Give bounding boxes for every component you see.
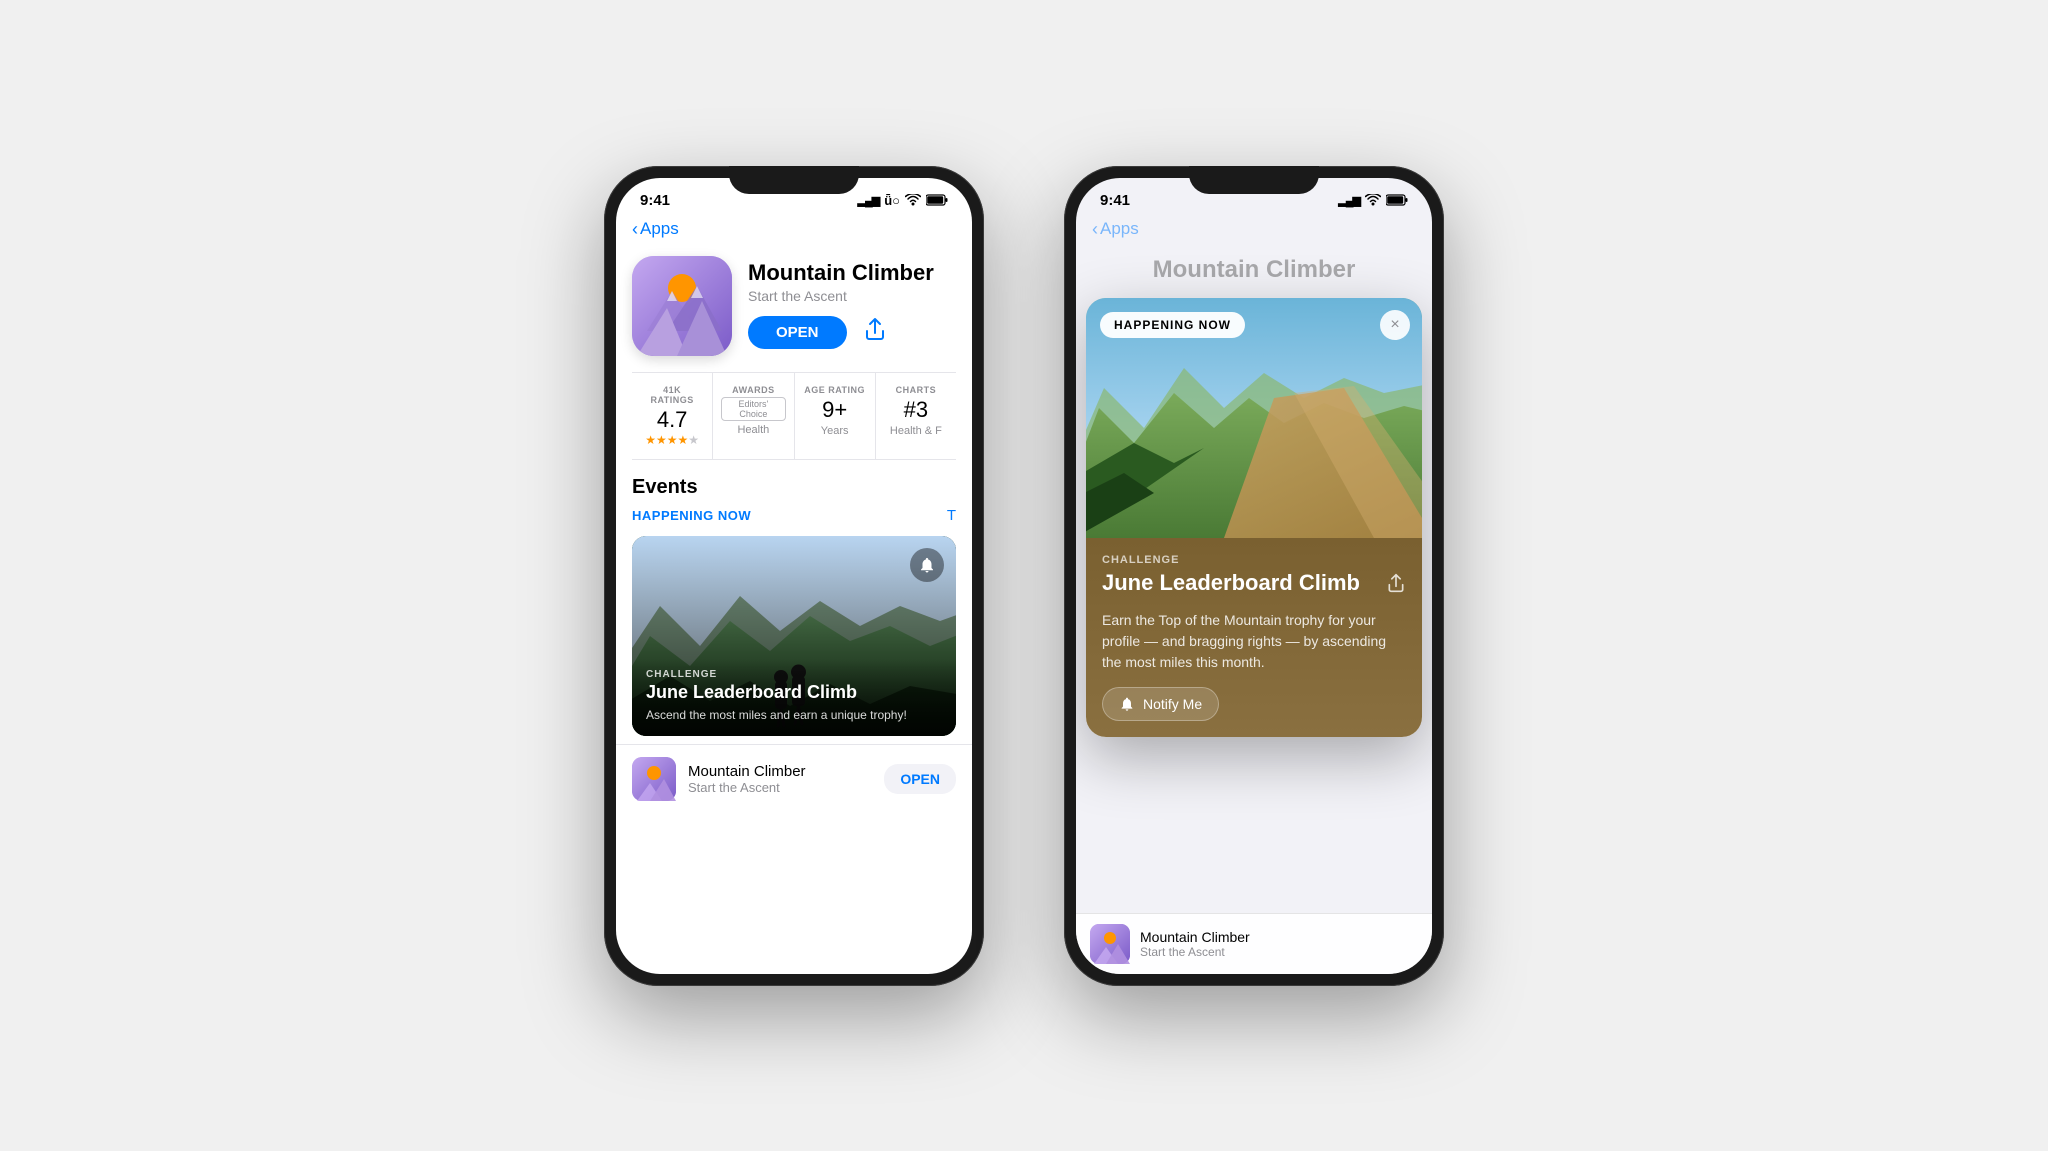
detail-event-title: June Leaderboard Climb (1102, 570, 1386, 596)
battery-icon (926, 194, 948, 206)
bottom-app-row-1: Mountain Climber Start the Ascent OPEN (616, 744, 972, 813)
back-label-1: Apps (640, 219, 679, 239)
events-filter-row: HAPPENING NOW T (632, 507, 956, 524)
signal-icon-2: ▂▄▆ (1338, 194, 1360, 207)
half-star: ★ (688, 433, 699, 447)
rating-count-value: 4.7 (640, 407, 704, 433)
status-icons-2: ▂▄▆ (1338, 194, 1408, 207)
p2-app-info: Mountain Climber Start the Ascent (1140, 929, 1418, 959)
app-name-1: Mountain Climber (748, 260, 956, 286)
rating-age-label: AGE RATING (803, 385, 867, 395)
event-card-1[interactable]: CHALLENGE June Leaderboard Climb Ascend … (632, 536, 956, 736)
notify-me-button[interactable]: Notify Me (1102, 687, 1219, 721)
battery-icon-2 (1386, 194, 1408, 206)
phone1-content: ‹ Apps (616, 215, 972, 961)
rating-age-sub: Years (803, 425, 867, 437)
nav-bar-1: ‹ Apps (616, 215, 972, 248)
app-actions-1: OPEN (748, 316, 956, 349)
phone-1: 9:41 ▂▄▆ ǖ○ (604, 166, 984, 986)
p2-app-name: Mountain Climber (1140, 929, 1418, 945)
phone-2: 9:41 ▂▄▆ ‹ Apps (1064, 166, 1444, 986)
wifi-symbol (905, 194, 921, 206)
ratings-row-1: 41K RATINGS 4.7 ★★★★★ AWARDS Editors' Ch… (632, 372, 956, 460)
editors-badge: Editors' Choice (721, 397, 785, 421)
status-icons-1: ▂▄▆ ǖ○ (857, 193, 948, 208)
detail-event-title-row: June Leaderboard Climb (1102, 570, 1406, 600)
rating-chart: CHARTS #3 Health & F (876, 373, 956, 459)
rating-chart-value: #3 (884, 397, 948, 423)
happening-badge-text: HAPPENING NOW (1114, 318, 1231, 332)
rating-chart-sub: Health & F (884, 425, 948, 437)
app-subtitle-1: Start the Ascent (748, 288, 956, 304)
app-icon-1 (632, 256, 732, 356)
detail-event-desc: Earn the Top of the Mountain trophy for … (1102, 610, 1406, 673)
event-detail-card: HAPPENING NOW × CHALLENGE June Leaderboa… (1086, 298, 1422, 737)
bg-nav-bar-2: ‹ Apps (1076, 215, 1432, 248)
detail-share-button[interactable] (1386, 572, 1406, 600)
event-detail-image: HAPPENING NOW × (1086, 298, 1422, 538)
bottom-app-name-1: Mountain Climber (688, 763, 872, 780)
status-time-2: 9:41 (1100, 192, 1130, 209)
rating-count: 41K RATINGS 4.7 ★★★★★ (632, 373, 713, 459)
phone2-notch (1189, 166, 1319, 194)
bottom-app-info-1: Mountain Climber Start the Ascent (688, 763, 872, 795)
events-title-1: Events (632, 476, 956, 499)
rating-awards-label: AWARDS (721, 385, 785, 395)
status-time-1: 9:41 (640, 192, 670, 209)
signal-icon: ▂▄▆ (857, 194, 879, 207)
rating-chart-label: CHARTS (884, 385, 948, 395)
app-info-1: Mountain Climber Start the Ascent OPEN (748, 256, 956, 349)
bg-back-chevron-2: ‹ (1092, 219, 1098, 240)
detail-event-type: CHALLENGE (1102, 554, 1406, 566)
share-button-1[interactable] (863, 317, 887, 347)
phone2-bottom-row: Mountain Climber Start the Ascent (1076, 913, 1432, 974)
event-info-1: CHALLENGE June Leaderboard Climb Ascend … (632, 659, 956, 736)
rating-age: AGE RATING 9+ Years (795, 373, 876, 459)
close-button[interactable]: × (1380, 310, 1410, 340)
bg-app-name-2: Mountain Climber (1076, 248, 1432, 292)
phone1-notch (729, 166, 859, 194)
notify-me-label: Notify Me (1143, 696, 1202, 712)
rating-count-label: 41K RATINGS (640, 385, 704, 405)
event-type-1: CHALLENGE (646, 669, 942, 680)
app-header-1: Mountain Climber Start the Ascent OPEN (616, 248, 972, 372)
rating-awards: AWARDS Editors' Choice Health (713, 373, 794, 459)
p2-app-sub: Start the Ascent (1140, 945, 1418, 959)
close-icon: × (1390, 316, 1399, 334)
rating-stars: ★★★★★ (640, 433, 704, 447)
event-desc-1: Ascend the most miles and earn a unique … (646, 707, 942, 724)
bottom-open-button-1[interactable]: OPEN (884, 764, 956, 794)
events-section-1: Events HAPPENING NOW T (616, 460, 972, 744)
wifi-symbol-2 (1365, 194, 1381, 206)
wifi-icon: ǖ○ (884, 193, 900, 208)
happening-badge: HAPPENING NOW (1100, 312, 1245, 338)
bottom-app-icon-1 (632, 757, 676, 801)
back-chevron-1: ‹ (632, 219, 638, 240)
happening-now-label[interactable]: HAPPENING NOW (632, 508, 751, 523)
event-title-1: June Leaderboard Climb (646, 682, 942, 703)
rating-awards-sub: Health (721, 424, 785, 436)
p2-app-icon (1090, 924, 1130, 964)
phone2-screen: 9:41 ▂▄▆ ‹ Apps (1076, 178, 1432, 974)
back-button-1[interactable]: ‹ Apps (632, 219, 679, 240)
bg-back-label-2: Apps (1100, 219, 1139, 239)
phone1-screen: 9:41 ▂▄▆ ǖ○ (616, 178, 972, 974)
event-detail-body: CHALLENGE June Leaderboard Climb Earn th… (1086, 538, 1422, 737)
bg-back-btn-2: ‹ Apps (1092, 219, 1139, 240)
bell-button-1[interactable] (910, 548, 944, 582)
open-button-1[interactable]: OPEN (748, 316, 847, 349)
rating-age-value: 9+ (803, 397, 867, 423)
see-all-link[interactable]: T (947, 507, 956, 524)
bottom-app-sub-1: Start the Ascent (688, 780, 872, 795)
